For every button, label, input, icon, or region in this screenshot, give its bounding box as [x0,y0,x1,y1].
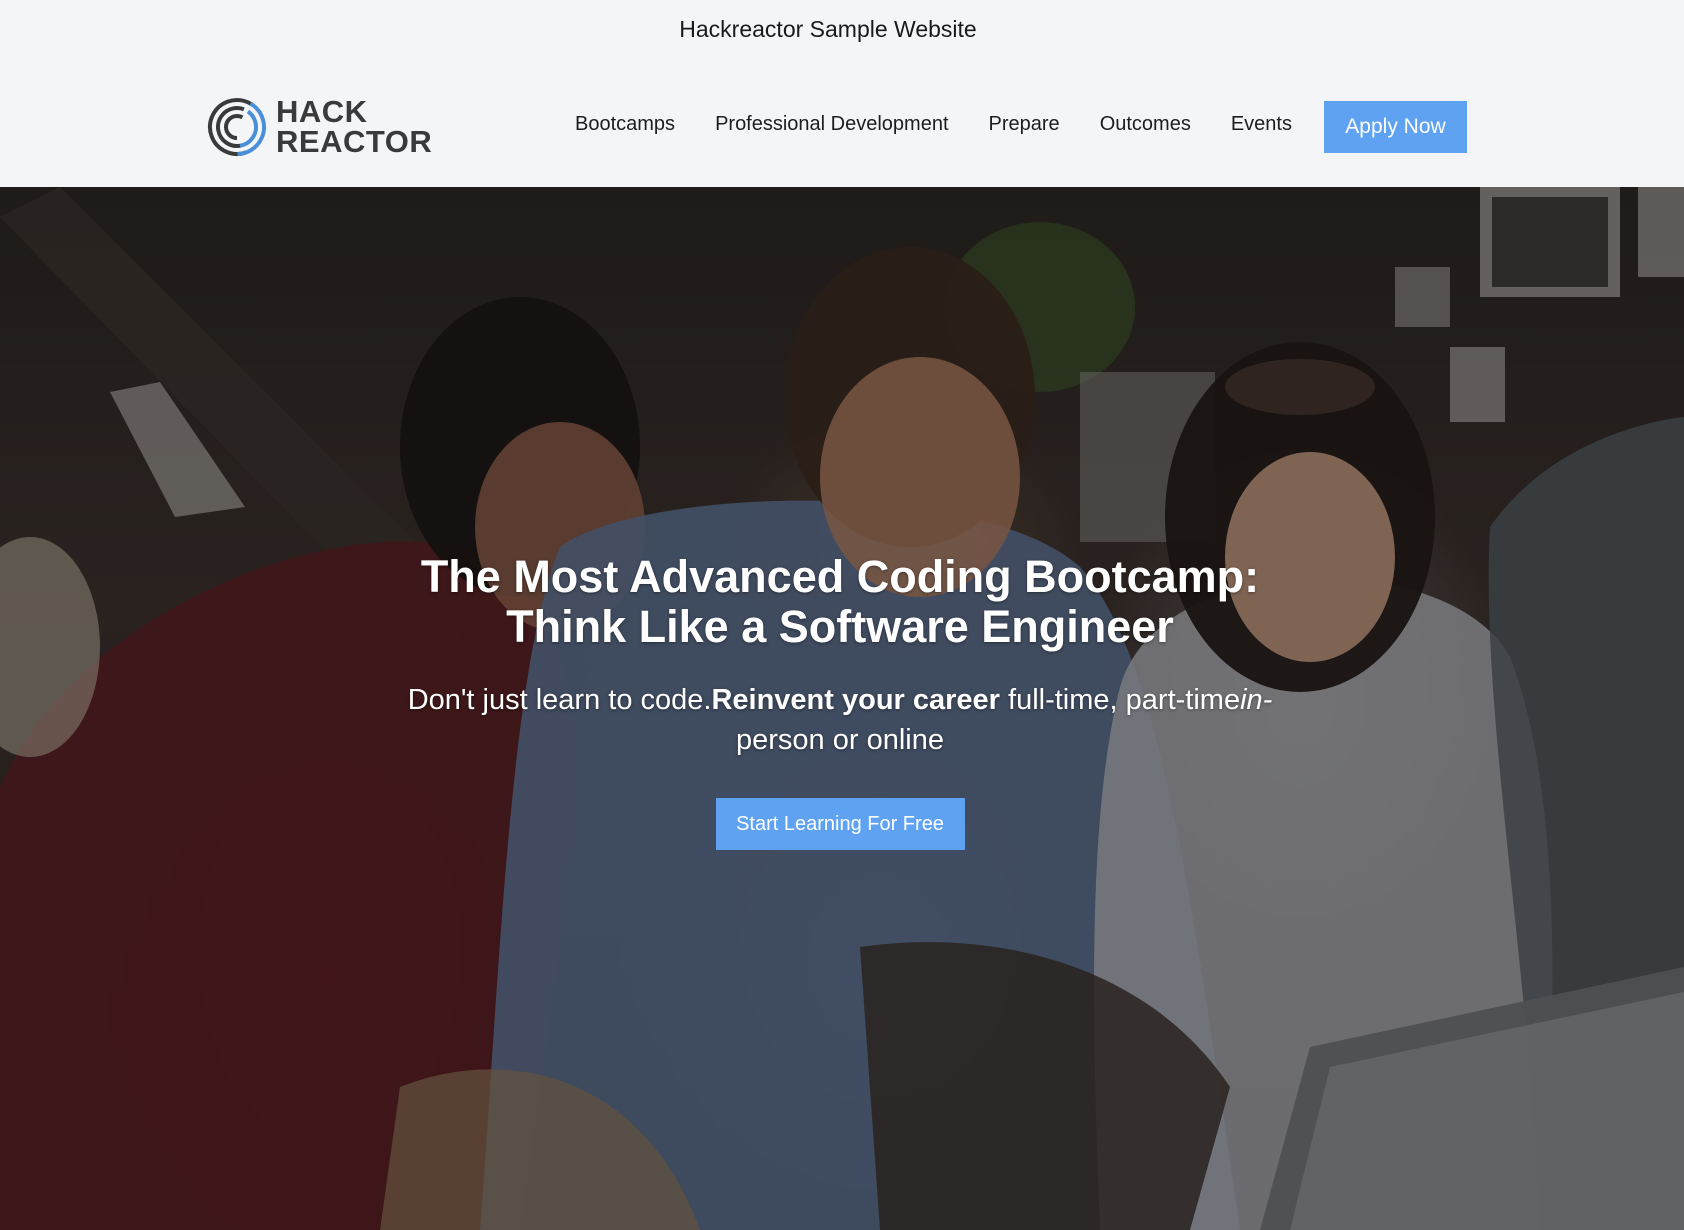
hero-title: The Most Advanced Coding Bootcamp: Think… [420,551,1260,652]
site-banner-text: Hackreactor Sample Website [679,15,977,42]
site-banner: Hackreactor Sample Website [0,0,1684,60]
apply-now-button[interactable]: Apply Now [1324,101,1467,153]
nav-professional-development[interactable]: Professional Development [715,113,948,136]
nav-bootcamps[interactable]: Bootcamps [575,113,675,136]
logo-text: HACK REACTOR [276,94,433,159]
nav-prepare[interactable]: Prepare [989,113,1060,136]
hero-section: The Most Advanced Coding Bootcamp: Think… [0,187,1684,1230]
main-nav: Bootcamps Professional Development Prepa… [575,97,1332,151]
hero-subtitle-part2: full-time, part-time [999,684,1241,716]
nav-outcomes[interactable]: Outcomes [1100,113,1191,136]
logo-line-1: HACK [276,94,368,129]
logo-line-2: REACTOR [276,124,433,159]
navbar: HACK REACTOR Bootcamps Professional Deve… [0,60,1684,187]
hero-content: The Most Advanced Coding Bootcamp: Think… [360,552,1320,850]
hero-subtitle-part3: person or online [736,724,944,756]
hero-subtitle-part1: Don't just learn to code. [407,684,712,716]
hero-subtitle-italic: in- [1240,684,1273,716]
nav-events[interactable]: Events [1231,113,1292,136]
hack-reactor-logo-icon [208,98,266,156]
hero-subtitle: Don't just learn to code.Reinvent your c… [360,680,1320,760]
hero-subtitle-bold: Reinvent your career [711,684,1000,716]
logo[interactable]: HACK REACTOR [206,96,432,158]
start-learning-button[interactable]: Start Learning For Free [715,798,965,850]
